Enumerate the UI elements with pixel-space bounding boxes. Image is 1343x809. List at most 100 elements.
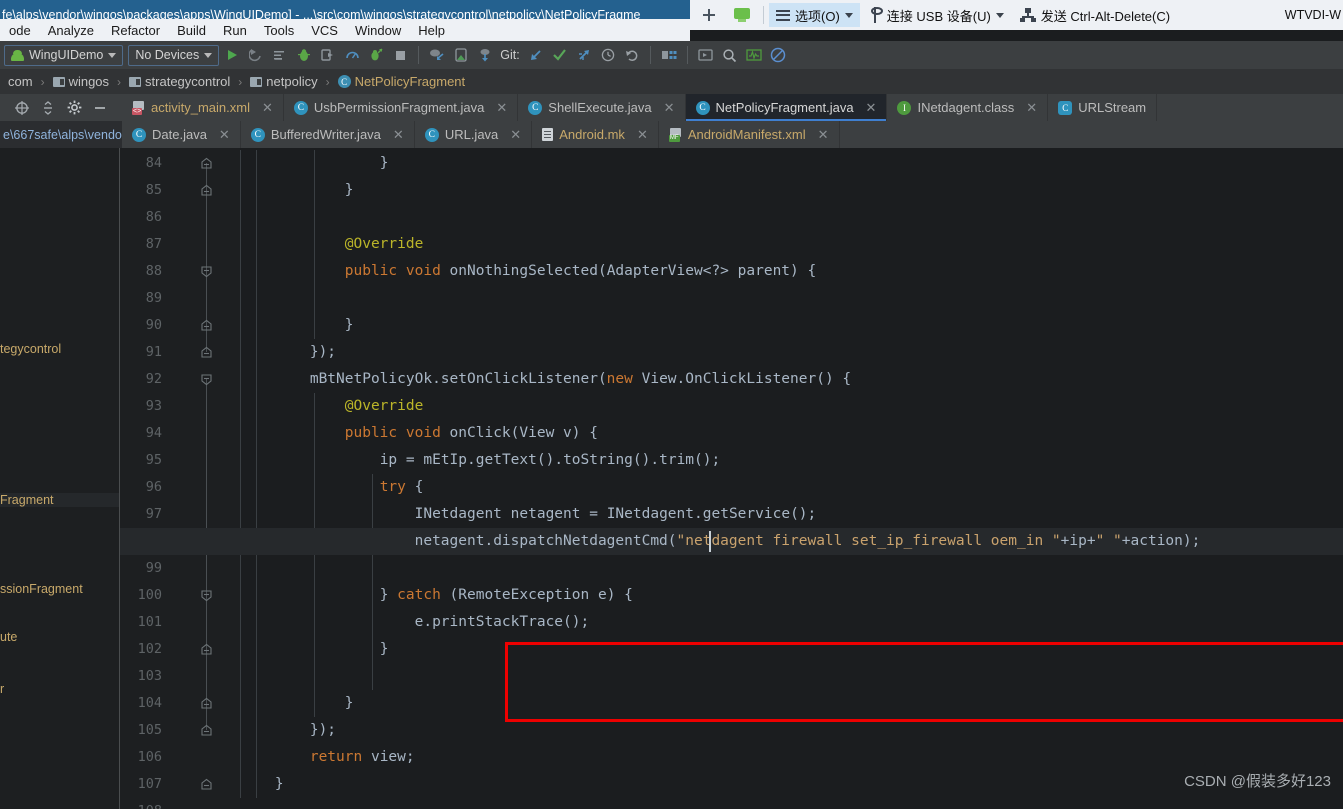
breadcrumb-item-strategycontrol[interactable]: strategycontrol: [127, 74, 232, 89]
menu-item-ode[interactable]: ode: [1, 21, 39, 40]
sdk-manager-icon[interactable]: [426, 44, 448, 66]
hide-panel-icon[interactable]: [88, 97, 112, 119]
menu-item-refactor[interactable]: Refactor: [103, 21, 168, 40]
code-line[interactable]: } catch (RemoteException e) {: [240, 582, 633, 609]
device-selector[interactable]: No Devices: [128, 44, 220, 66]
close-tab-icon[interactable]: ✕: [866, 100, 877, 116]
code-line[interactable]: }: [240, 312, 354, 339]
editor-tab-shellexecute-java[interactable]: C ShellExecute.java ✕: [518, 94, 686, 121]
code-fold-toggle[interactable]: [200, 589, 213, 602]
menu-item-analyze[interactable]: Analyze: [40, 21, 102, 40]
code-line[interactable]: try {: [240, 474, 424, 501]
editor-tab-bufferedwriter-java[interactable]: C BufferedWriter.java ✕: [241, 121, 415, 148]
code-line[interactable]: }: [240, 150, 389, 177]
editor-gutter[interactable]: 8485868788899091929394959697989910010110…: [120, 148, 240, 809]
editor-tab-date-java[interactable]: C Date.java ✕: [122, 121, 241, 148]
avd-manager-icon[interactable]: [450, 44, 472, 66]
project-tree-item[interactable]: Fragment: [0, 493, 119, 507]
code-fold-toggle[interactable]: [200, 157, 213, 170]
sync-gradle-icon[interactable]: [474, 44, 496, 66]
code-line[interactable]: netagent.dispatchNetdagentCmd("netdagent…: [240, 528, 1201, 555]
code-line[interactable]: return view;: [240, 744, 415, 771]
code-fold-toggle[interactable]: [200, 697, 213, 710]
menu-item-tools[interactable]: Tools: [256, 21, 302, 40]
gear-icon[interactable]: [62, 97, 86, 119]
code-line[interactable]: }: [240, 771, 284, 798]
revert-icon[interactable]: [621, 44, 643, 66]
run-configuration-selector[interactable]: WingUIDemo: [4, 44, 124, 66]
close-tab-icon[interactable]: ✕: [664, 100, 675, 116]
code-fold-toggle[interactable]: [200, 724, 213, 737]
run-with-coverage-icon[interactable]: [269, 44, 291, 66]
no-entry-icon[interactable]: [767, 44, 789, 66]
project-tool-window[interactable]: tegycontrol Fragment ssionFragment ute r: [0, 148, 120, 809]
menu-item-run[interactable]: Run: [215, 21, 255, 40]
code-line[interactable]: @Override: [240, 231, 424, 258]
commit-icon[interactable]: [549, 44, 571, 66]
code-line[interactable]: });: [240, 717, 336, 744]
monitor-graph-icon[interactable]: [743, 44, 765, 66]
code-fold-toggle[interactable]: [200, 319, 213, 332]
code-line[interactable]: }: [240, 177, 354, 204]
editor-tab-netpolicyfragment-java[interactable]: C NetPolicyFragment.java ✕: [685, 94, 888, 121]
push-icon[interactable]: [573, 44, 595, 66]
breadcrumb-item-netpolicy[interactable]: netpolicy: [248, 74, 319, 89]
project-tree-item[interactable]: r: [0, 682, 4, 696]
editor-tab-activity-main-xml[interactable]: activity_main.xml ✕: [122, 94, 284, 121]
close-tab-icon[interactable]: ✕: [496, 100, 507, 116]
attach-debugger-icon[interactable]: [317, 44, 339, 66]
search-everywhere-icon[interactable]: [719, 44, 741, 66]
update-project-icon[interactable]: [525, 44, 547, 66]
editor-tab-inetdagent-class[interactable]: I INetdagent.class ✕: [887, 94, 1049, 121]
profiler-icon[interactable]: [341, 44, 363, 66]
menu-item-build[interactable]: Build: [169, 21, 214, 40]
options-button[interactable]: 选项(O): [769, 3, 860, 27]
breadcrumb-item-wingos[interactable]: wingos: [51, 74, 111, 89]
close-tab-icon[interactable]: ✕: [637, 127, 648, 143]
code-line[interactable]: });: [240, 339, 336, 366]
close-tab-icon[interactable]: ✕: [262, 100, 273, 116]
editor-tab-android-mk[interactable]: Android.mk ✕: [532, 121, 659, 148]
history-icon[interactable]: [597, 44, 619, 66]
project-tree-item[interactable]: tegycontrol: [0, 342, 61, 356]
editor-tab-urlstream[interactable]: C URLStream: [1048, 94, 1158, 121]
breadcrumb-item-com[interactable]: com: [6, 74, 35, 89]
code-fold-toggle[interactable]: [200, 373, 213, 386]
terminal-icon[interactable]: [695, 44, 717, 66]
close-tab-icon[interactable]: ✕: [1026, 100, 1037, 116]
apply-changes-icon[interactable]: [245, 44, 267, 66]
menu-item-vcs[interactable]: VCS: [303, 21, 346, 40]
code-fold-toggle[interactable]: [200, 265, 213, 278]
code-fold-toggle[interactable]: [200, 643, 213, 656]
editor-tab-androidmanifest-xml[interactable]: AndroidManifest.xml ✕: [659, 121, 840, 148]
stop-icon[interactable]: [389, 44, 411, 66]
close-tab-icon[interactable]: ✕: [510, 127, 521, 143]
code-fold-toggle[interactable]: [200, 184, 213, 197]
layout-inspector-icon[interactable]: [365, 44, 387, 66]
code-line[interactable]: @Override: [240, 393, 424, 420]
code-line[interactable]: INetdagent netagent = INetdagent.getServ…: [240, 501, 817, 528]
send-ctrl-alt-delete-button[interactable]: 发送 Ctrl-Alt-Delete(C): [1013, 3, 1177, 27]
menu-item-help[interactable]: Help: [410, 21, 453, 40]
project-structure-icon[interactable]: [658, 44, 680, 66]
code-line[interactable]: public void onClick(View v) {: [240, 420, 598, 447]
project-tree-item[interactable]: ute: [0, 630, 17, 644]
editor-tab-url-java[interactable]: C URL.java ✕: [415, 121, 533, 148]
code-line[interactable]: }: [240, 636, 389, 663]
pin-button[interactable]: [694, 3, 724, 27]
run-button[interactable]: [221, 44, 243, 66]
editor-tab-usbpermissionfragment-java[interactable]: C UsbPermissionFragment.java ✕: [284, 94, 519, 121]
code-fold-toggle[interactable]: [200, 346, 213, 359]
close-tab-icon[interactable]: ✕: [818, 127, 829, 143]
breadcrumb-item-netpolicyfragment[interactable]: C NetPolicyFragment: [336, 74, 468, 89]
code-fold-toggle[interactable]: [200, 778, 213, 791]
project-tree-item[interactable]: ssionFragment: [0, 582, 83, 596]
locate-file-icon[interactable]: [10, 97, 34, 119]
menu-item-window[interactable]: Window: [347, 21, 409, 40]
connect-usb-button[interactable]: 连接 USB 设备(U): [862, 3, 1011, 27]
code-editor[interactable]: 8485868788899091929394959697989910010110…: [120, 148, 1343, 809]
code-line[interactable]: e.printStackTrace();: [240, 609, 590, 636]
close-tab-icon[interactable]: ✕: [219, 127, 230, 143]
collapse-all-icon[interactable]: [36, 97, 60, 119]
monitor-button[interactable]: [726, 3, 758, 27]
